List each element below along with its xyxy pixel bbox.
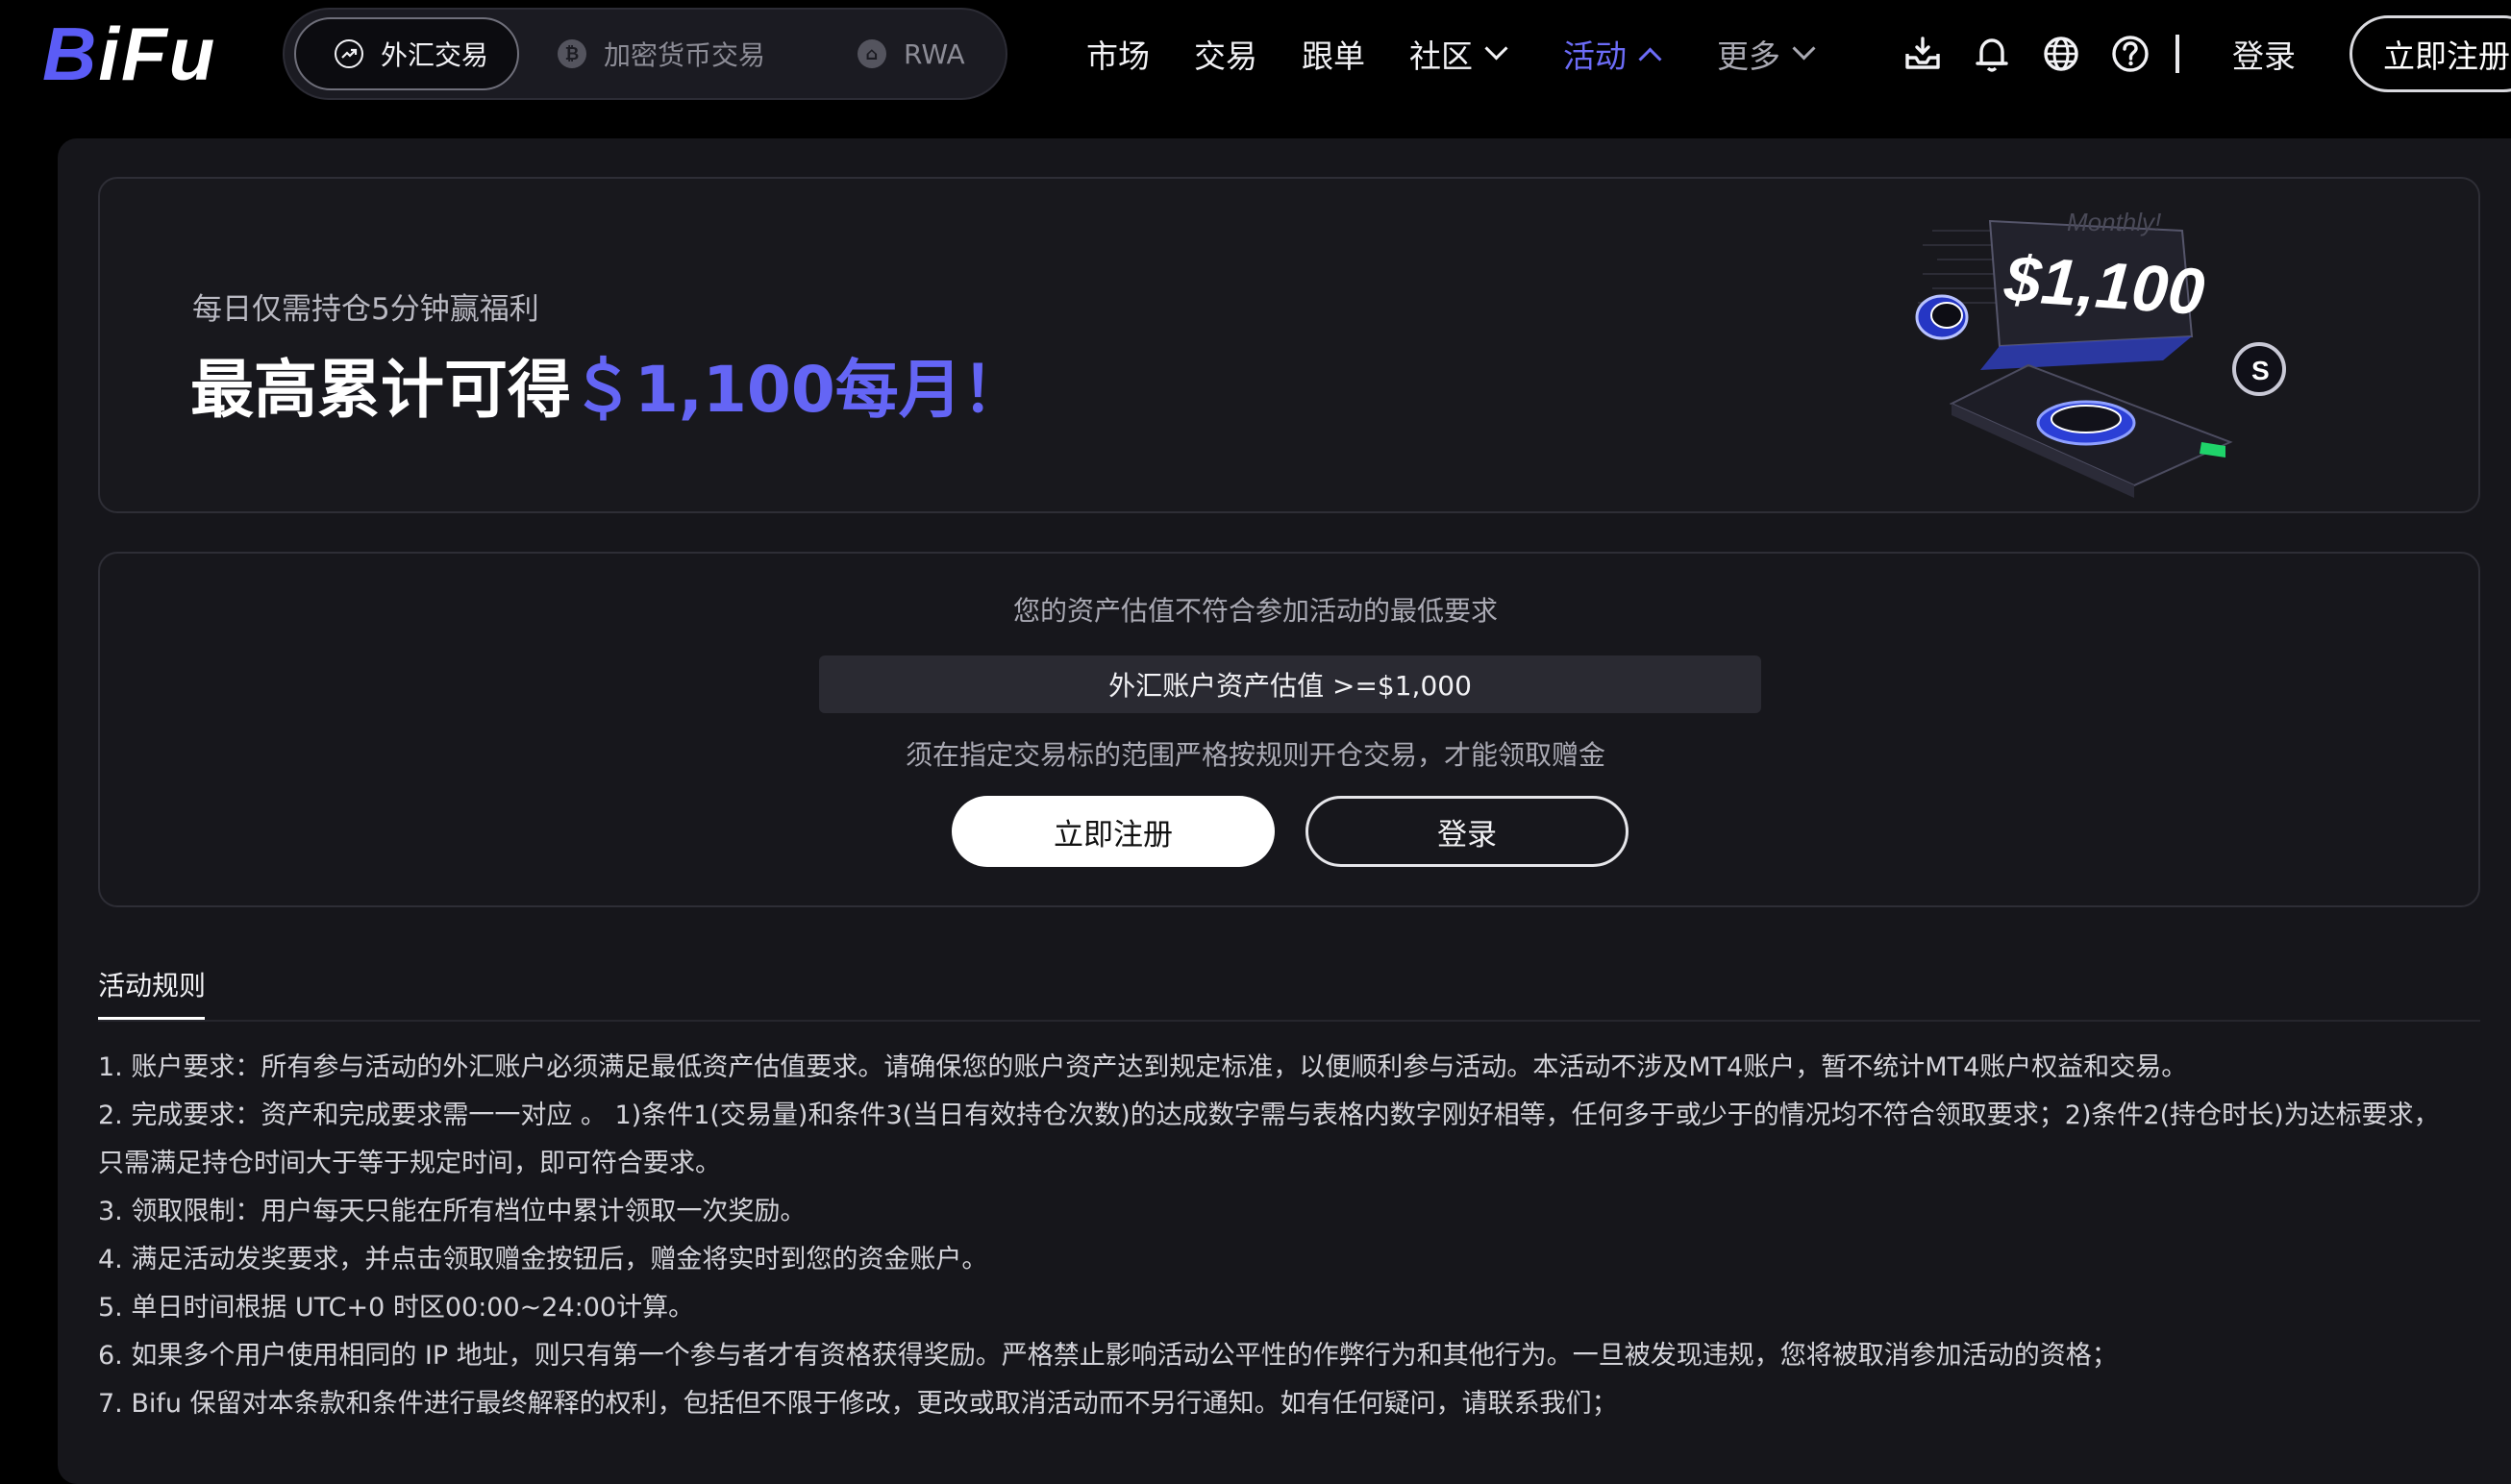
download-icon[interactable] — [1902, 33, 1944, 75]
rule-item: 2. 完成要求：资产和完成要求需一一对应 。 1)条件1(交易量)和条件3(当日… — [98, 1101, 2440, 1178]
monthly-reward-illustration: S Monthly! $1,100 — [1894, 192, 2317, 509]
rules-divider — [98, 1020, 2480, 1022]
rule-item: 6. 如果多个用户使用相同的 IP 地址，则只有第一个参与者才有资格获得奖励。严… — [98, 1341, 2118, 1371]
login-button[interactable]: 登录 — [1305, 796, 1628, 867]
home-icon: ⌂ — [858, 39, 886, 68]
rules-list: 1. 账户要求：所有参与活动的外汇账户必须满足最低资产估值要求。请确保您的账户资… — [98, 1044, 2463, 1428]
bifu-logo[interactable]: BiFu — [42, 12, 216, 96]
bell-icon[interactable] — [1971, 33, 2013, 75]
top-header: BiFu 外汇交易 ₿ 加密货币交易 ⌂ RWA 市场 交易 跟单 社区 活动 … — [0, 0, 2511, 111]
globe-icon[interactable] — [2040, 33, 2082, 75]
tab-forex-trading[interactable]: 外汇交易 — [294, 17, 519, 90]
tab-rwa[interactable]: ⌂ RWA — [858, 17, 1002, 90]
tab-crypto-label: 加密货币交易 — [604, 39, 766, 71]
banner-title-highlight: ＄1,100每月！ — [571, 353, 1026, 427]
chevron-down-icon — [1484, 36, 1508, 61]
rule-item: 3. 领取限制：用户每天只能在所有档位中累计领取一次奖励。 — [98, 1197, 807, 1226]
help-icon[interactable] — [2109, 33, 2151, 75]
tab-rwa-label: RWA — [904, 37, 965, 70]
rule-item: 7. Bifu 保留对本条款和条件进行最终解释的权利，包括但不限于修改，更改或取… — [98, 1389, 1618, 1419]
nav-more[interactable]: 更多 — [1717, 29, 1816, 79]
tab-forex-label: 外汇交易 — [381, 39, 489, 71]
header-register-button[interactable]: 立即注册 — [2349, 15, 2511, 92]
svg-text:S: S — [2251, 356, 2270, 385]
rule-item: 5. 单日时间根据 UTC+0 时区00:00~24:00计算。 — [98, 1293, 695, 1323]
nav-trade[interactable]: 交易 — [1194, 29, 1257, 79]
banner-title-prefix: 最高累计可得 — [190, 353, 571, 427]
nav-copy-trading[interactable]: 跟单 — [1302, 29, 1365, 79]
rule-item: 4. 满足活动发奖要求，并点击领取赠金按钮后，赠金将实时到您的资金账户。 — [98, 1245, 988, 1274]
trading-mode-switch: 外汇交易 ₿ 加密货币交易 ⌂ RWA — [283, 8, 1007, 100]
nav-market[interactable]: 市场 — [1086, 29, 1150, 79]
svg-text:Monthly!: Monthly! — [2067, 208, 2161, 236]
asset-requirement-pill: 外汇账户资产估值 >=$1,000 — [819, 655, 1761, 713]
eligibility-message: 您的资产估值不符合参加活动的最低要求 — [1012, 595, 1498, 627]
header-divider — [2175, 35, 2179, 73]
trend-up-icon — [335, 39, 363, 68]
rule-item: 1. 账户要求：所有参与活动的外汇账户必须满足最低资产估值要求。请确保您的账户资… — [98, 1052, 2188, 1082]
banner-subtitle: 每日仅需持仓5分钟赢福利 — [192, 292, 539, 327]
tab-activity-rules[interactable]: 活动规则 — [98, 965, 206, 1003]
bitcoin-icon: ₿ — [558, 39, 586, 68]
nav-activities[interactable]: 活动 — [1563, 29, 1662, 79]
chevron-up-icon — [1638, 46, 1662, 71]
register-button[interactable]: 立即注册 — [952, 796, 1275, 867]
eligibility-note: 须在指定交易标的范围严格按规则开仓交易，才能领取赠金 — [905, 739, 1605, 771]
tab-crypto-trading[interactable]: ₿ 加密货币交易 — [558, 17, 798, 90]
svg-text:$1,100: $1,100 — [2001, 242, 2207, 329]
nav-community[interactable]: 社区 — [1409, 29, 1508, 79]
chevron-down-icon — [1792, 36, 1816, 61]
banner-title: 最高累计可得＄1,100每月！ — [190, 338, 1026, 431]
header-login-link[interactable]: 登录 — [2232, 29, 2296, 79]
